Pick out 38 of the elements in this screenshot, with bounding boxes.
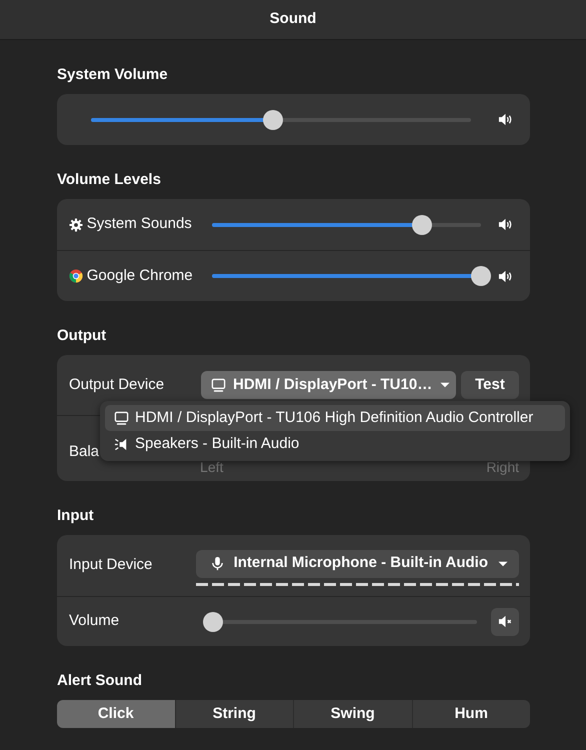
field-label: Output Device bbox=[69, 374, 166, 395]
gear-icon bbox=[69, 218, 83, 232]
mute-button[interactable] bbox=[491, 608, 519, 636]
menu-item[interactable]: Speakers - Built-in Audio bbox=[105, 431, 565, 457]
browser-icon bbox=[69, 269, 83, 283]
section-title: Volume Levels bbox=[57, 170, 161, 190]
speaker-icon bbox=[114, 436, 129, 452]
field-label: Input Device bbox=[69, 555, 154, 576]
speaker-icon bbox=[498, 268, 512, 284]
microphone-icon bbox=[210, 556, 225, 571]
output-device-dropdown[interactable]: HDMI / DisplayPort - TU10… bbox=[201, 371, 456, 399]
muted-speaker-icon bbox=[498, 614, 512, 629]
section-title: System Volume bbox=[57, 65, 168, 85]
balance-right-label: Right bbox=[486, 458, 519, 477]
alert-sound-option[interactable]: Click bbox=[57, 700, 174, 728]
alert-sound-option[interactable]: Swing bbox=[293, 700, 412, 728]
test-button[interactable]: Test bbox=[461, 371, 519, 399]
field-label: Bala bbox=[69, 442, 100, 462]
input-device-dropdown[interactable]: Internal Microphone - Built-in Audio bbox=[196, 550, 519, 578]
app-name: Google Chrome bbox=[86, 266, 193, 286]
alert-sound-option[interactable]: Hum bbox=[412, 700, 530, 728]
monitor-icon bbox=[211, 378, 226, 392]
slider-thumb[interactable] bbox=[471, 266, 491, 286]
balance-left-label: Left bbox=[200, 458, 224, 477]
speaker-icon bbox=[498, 217, 512, 232]
slider-thumb[interactable] bbox=[203, 612, 223, 632]
section-title: Input bbox=[57, 506, 94, 526]
menu-item[interactable]: HDMI / DisplayPort - TU106 High Definition Audio Controller bbox=[105, 405, 565, 431]
window-title: Sound bbox=[270, 9, 316, 30]
slider-thumb[interactable] bbox=[412, 214, 432, 234]
field-label: Volume bbox=[69, 611, 120, 632]
monitor-icon bbox=[114, 410, 129, 426]
alert-sound-option[interactable]: String bbox=[174, 700, 293, 728]
section-title: Alert Sound bbox=[57, 671, 142, 691]
app-name: System Sounds bbox=[86, 214, 192, 234]
slider-thumb[interactable] bbox=[263, 110, 284, 130]
section-title: Output bbox=[57, 326, 106, 346]
speaker-icon bbox=[498, 112, 512, 127]
